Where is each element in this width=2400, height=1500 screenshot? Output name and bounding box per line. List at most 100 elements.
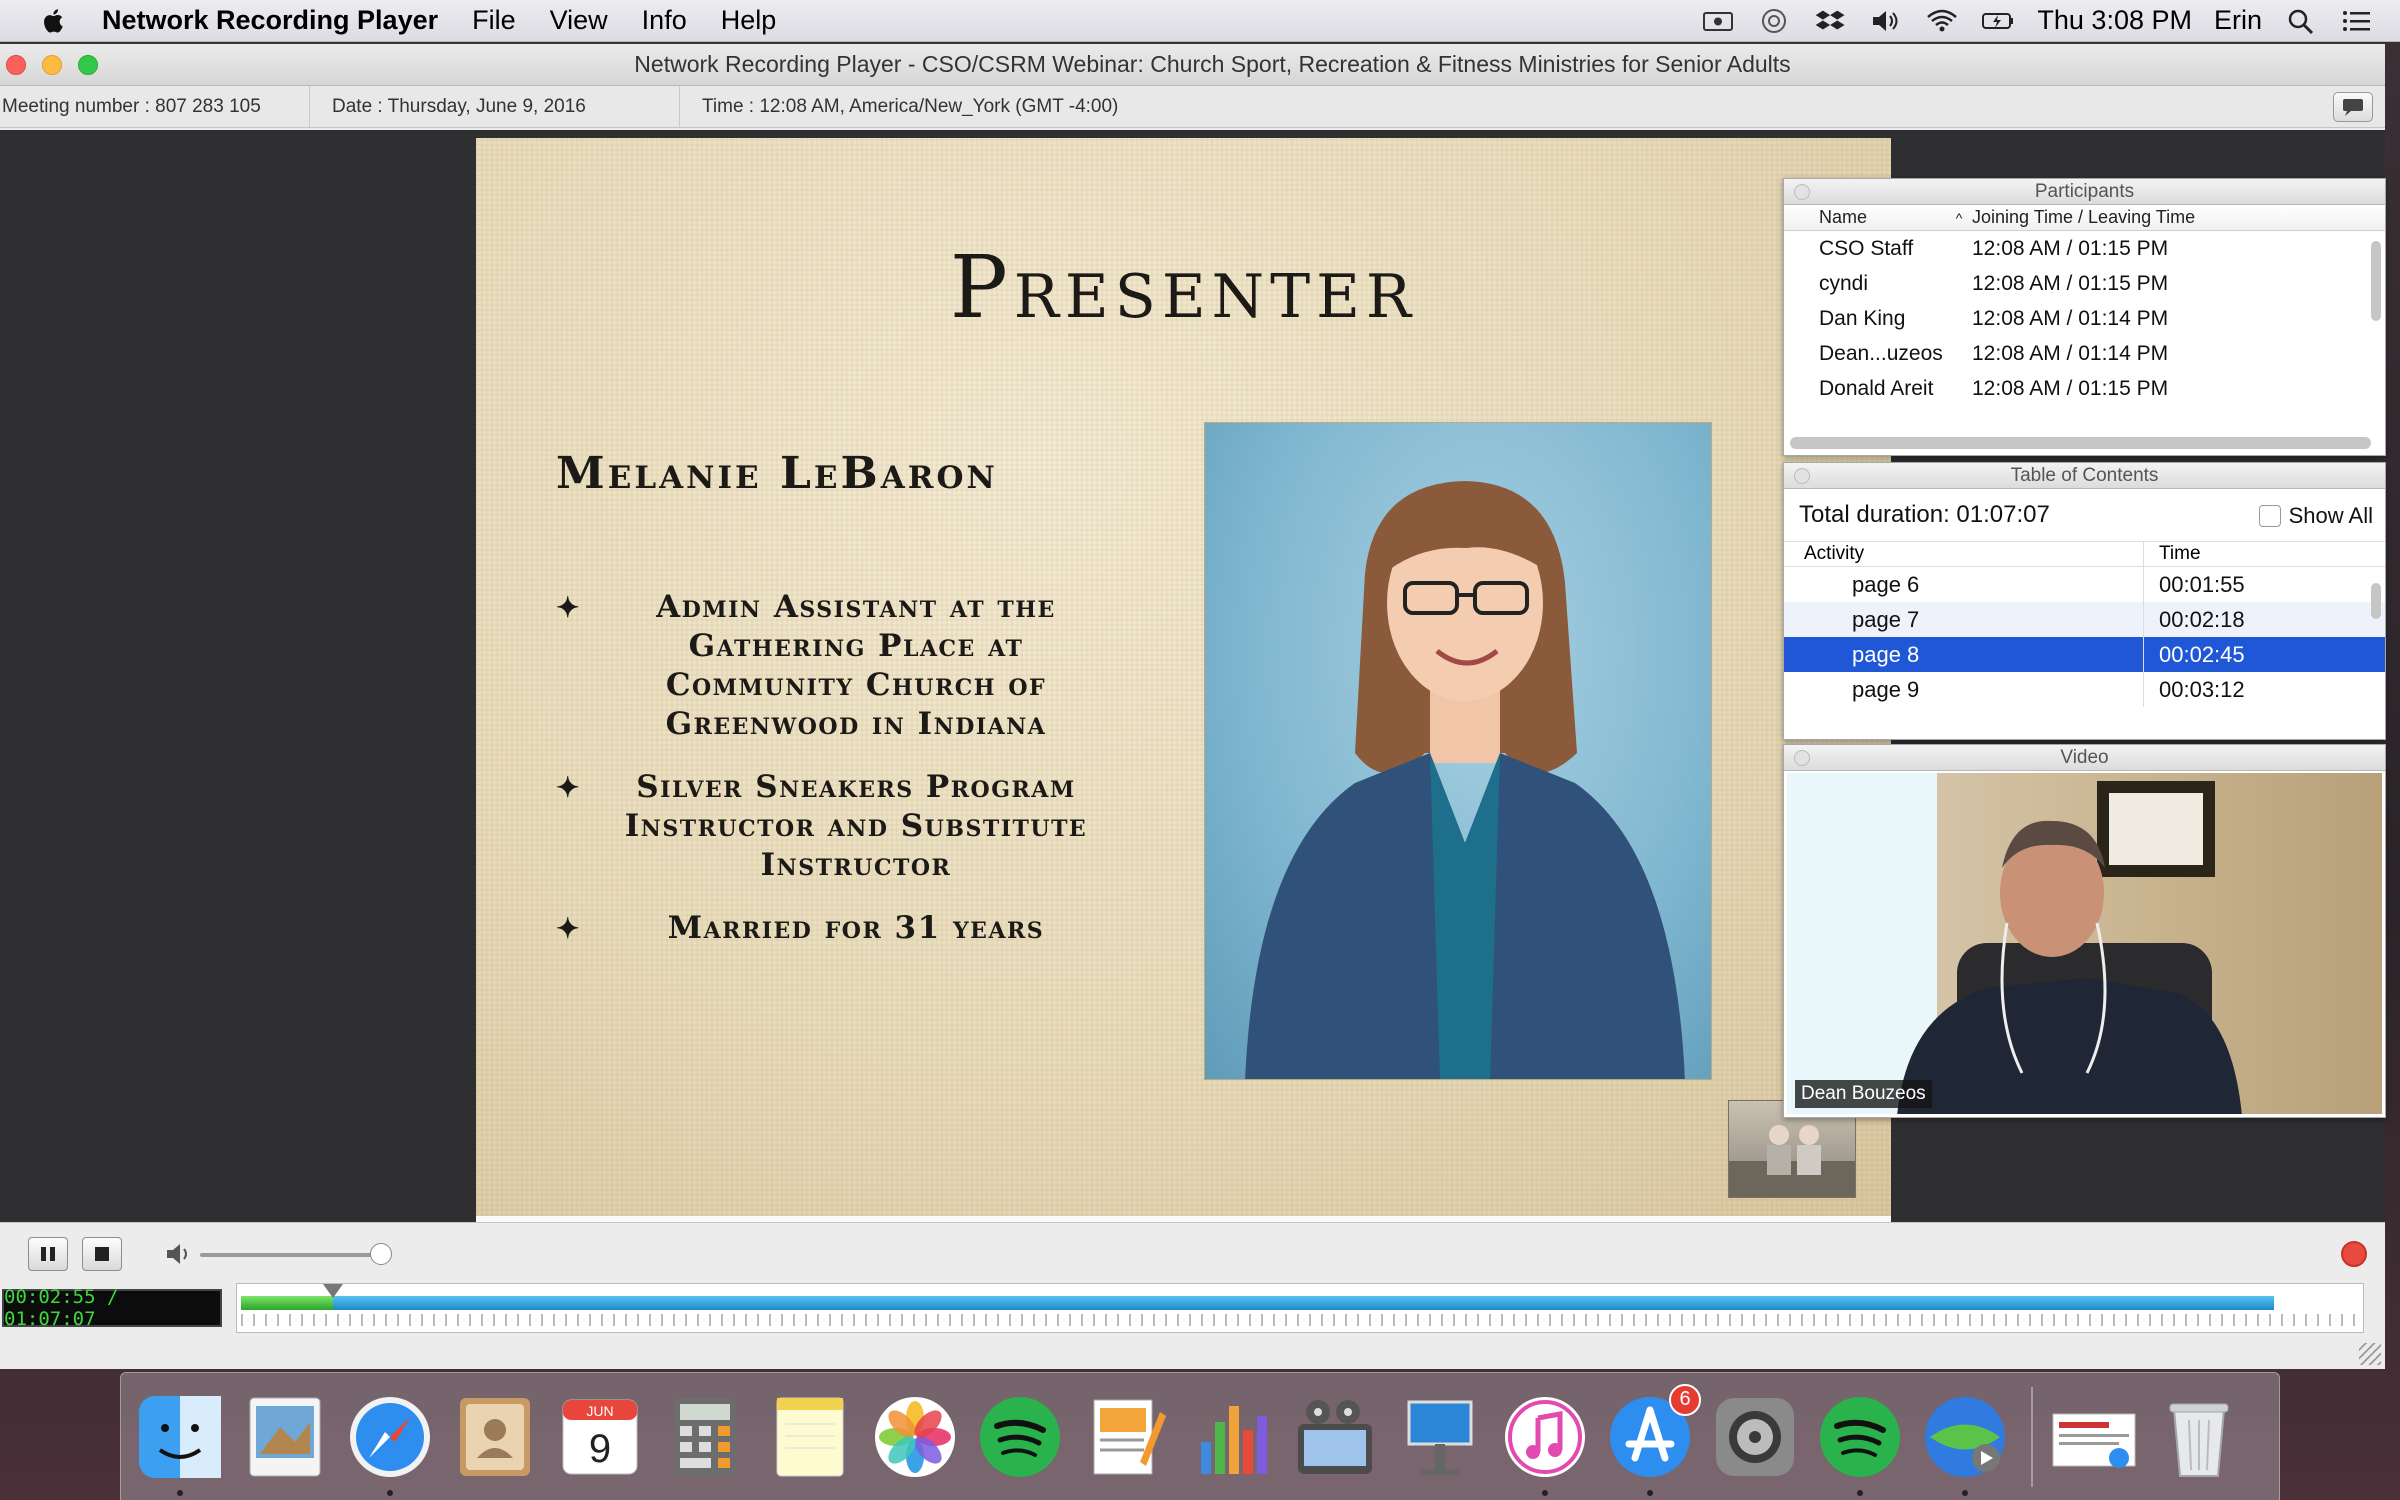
imovie-icon[interactable]: [1290, 1392, 1380, 1482]
show-all-label: Show All: [2288, 503, 2373, 528]
running-indicator: [1542, 1489, 1548, 1496]
volume-slider-track[interactable]: [200, 1253, 380, 1257]
user-name[interactable]: Erin: [2214, 5, 2262, 36]
slide-title: Presenter: [949, 238, 1418, 338]
column-header-time[interactable]: Time: [2144, 543, 2201, 565]
bullet-star-icon: ✦: [556, 771, 581, 804]
slide-bullet-text: Silver Sneakers Program Instructor and S…: [624, 769, 1088, 883]
participant-times: 12:08 AM / 01:15 PM: [1972, 236, 2169, 260]
participant-row[interactable]: Dean...uzeos 12:08 AM / 01:14 PM: [1784, 336, 2385, 371]
participant-row[interactable]: CSO Staff 12:08 AM / 01:15 PM: [1784, 231, 2385, 266]
toc-time: 00:02:18: [2159, 606, 2245, 632]
participants-table-header: Name ^ Joining Time / Leaving Time: [1784, 205, 2385, 231]
participant-row[interactable]: Dan King 12:08 AM / 01:14 PM: [1784, 301, 2385, 336]
screen-record-icon[interactable]: [1701, 7, 1735, 35]
toc-row-selected[interactable]: page 8 00:02:45: [1784, 637, 2385, 672]
slide-bullet: ✦ Admin Assistant at the Gathering Place…: [556, 588, 1116, 744]
participants-title: Participants: [2034, 181, 2135, 202]
menu-bar: Network Recording Player File View Info …: [0, 0, 2400, 42]
show-all-checkbox[interactable]: Show All: [2258, 503, 2373, 529]
participants-vertical-scrollbar[interactable]: [2371, 241, 2381, 321]
participants-horizontal-scrollbar[interactable]: [1790, 437, 2371, 449]
keynote-icon[interactable]: [1395, 1392, 1485, 1482]
volume-slider-knob[interactable]: [370, 1243, 392, 1265]
toc-time: 00:03:12: [2159, 676, 2245, 702]
stop-button[interactable]: [82, 1237, 122, 1271]
timeline-played-bar: [241, 1296, 334, 1310]
participants-title-bar[interactable]: Participants: [1784, 179, 2385, 205]
pages-icon[interactable]: [1080, 1392, 1170, 1482]
chat-bubble-icon: [2343, 99, 2363, 116]
slide-bullet: ✦ Married for 31 years: [556, 909, 1116, 948]
battery-charging-icon[interactable]: [1981, 7, 2015, 35]
toc-table-header: Activity Time: [1784, 541, 2385, 567]
photos-icon[interactable]: [870, 1392, 960, 1482]
contacts-icon[interactable]: [450, 1392, 540, 1482]
toc-row[interactable]: page 7 00:02:18: [1784, 602, 2385, 637]
record-status-icon[interactable]: [2341, 1241, 2367, 1267]
trash-icon[interactable]: [2154, 1392, 2244, 1482]
network-recording-player-icon[interactable]: [1920, 1392, 2010, 1496]
participants-panel: Participants Name ^ Joining Time / Leavi…: [1783, 178, 2386, 456]
menu-file[interactable]: File: [472, 5, 516, 36]
itunes-icon[interactable]: [1500, 1392, 1590, 1496]
spotify-icon[interactable]: [1815, 1392, 1905, 1496]
preview-icon[interactable]: [240, 1392, 330, 1482]
participant-name: Dan King: [1819, 306, 1906, 330]
speaker-name-label: Dean Bouzeos: [1795, 1080, 1932, 1108]
timeline-playhead[interactable]: [323, 1284, 344, 1298]
volume-icon[interactable]: [164, 1241, 194, 1267]
app-name-menu[interactable]: Network Recording Player: [102, 5, 438, 36]
calendar-icon[interactable]: JUN 9: [555, 1392, 645, 1482]
play-pause-button[interactable]: [28, 1237, 68, 1271]
menu-clock[interactable]: Thu 3:08 PM: [2037, 5, 2192, 36]
menu-info[interactable]: Info: [642, 5, 687, 36]
participant-row[interactable]: cyndi 12:08 AM / 01:15 PM: [1784, 266, 2385, 301]
toc-row[interactable]: page 9 00:03:12: [1784, 672, 2385, 707]
safari-icon[interactable]: [345, 1392, 435, 1496]
participant-row[interactable]: Donald Areit 12:08 AM / 01:15 PM: [1784, 371, 2385, 406]
toc-row[interactable]: page 6 00:01:55: [1784, 567, 2385, 602]
notification-center-icon[interactable]: [2340, 7, 2374, 35]
dropbox-icon[interactable]: [1813, 7, 1847, 35]
column-header-activity[interactable]: Activity: [1784, 542, 2144, 566]
system-preferences-icon[interactable]: [1710, 1392, 1800, 1482]
notes-icon[interactable]: [765, 1392, 855, 1482]
window-titlebar[interactable]: Network Recording Player - CSO/CSRM Webi…: [0, 44, 2385, 86]
participant-name: cyndi: [1819, 271, 1869, 295]
playback-timeline[interactable]: [236, 1283, 2364, 1333]
webex-icon[interactable]: [1757, 7, 1791, 35]
numbers-icon[interactable]: [1185, 1392, 1275, 1482]
panel-close-button[interactable]: [1794, 468, 1810, 484]
chat-button[interactable]: [2333, 92, 2373, 122]
wifi-icon[interactable]: [1925, 7, 1959, 35]
calculator-icon[interactable]: [660, 1392, 750, 1482]
toc-title-bar[interactable]: Table of Contents: [1784, 463, 2385, 489]
table-of-contents-panel: Table of Contents Total duration: 01:07:…: [1783, 462, 2386, 740]
sort-ascending-icon[interactable]: ^: [1946, 210, 1972, 226]
menu-help[interactable]: Help: [721, 5, 777, 36]
calendar-day: 9: [589, 1427, 611, 1471]
participant-times: 12:08 AM / 01:14 PM: [1972, 306, 2169, 330]
apple-menu-icon[interactable]: [36, 6, 72, 36]
video-panel: Video Dean Bouzeos: [1783, 744, 2386, 1118]
column-header-name[interactable]: Name: [1784, 207, 1946, 228]
spotlight-search-icon[interactable]: [2284, 7, 2318, 35]
spotify-icon[interactable]: [975, 1392, 1065, 1482]
toc-vertical-scrollbar[interactable]: [2371, 583, 2381, 619]
app-store-badge: 6: [1669, 1383, 1701, 1416]
panel-close-button[interactable]: [1794, 184, 1810, 200]
panel-close-button[interactable]: [1794, 750, 1810, 766]
dock: JUN 9 6: [120, 1372, 2280, 1500]
finder-icon[interactable]: [135, 1392, 225, 1496]
checkbox-box[interactable]: [2258, 505, 2281, 527]
video-title-bar[interactable]: Video: [1784, 745, 2385, 771]
running-indicator: [387, 1489, 393, 1496]
column-header-joining-time[interactable]: Joining Time / Leaving Time: [1972, 207, 2195, 228]
menu-view[interactable]: View: [550, 5, 608, 36]
app-store-icon[interactable]: 6: [1605, 1383, 1701, 1496]
volume-icon[interactable]: [1869, 7, 1903, 35]
window-resize-grip[interactable]: [2359, 1343, 2381, 1365]
downloads-stack-icon[interactable]: [2049, 1392, 2139, 1482]
timeline-buffered-bar: [241, 1296, 2275, 1310]
